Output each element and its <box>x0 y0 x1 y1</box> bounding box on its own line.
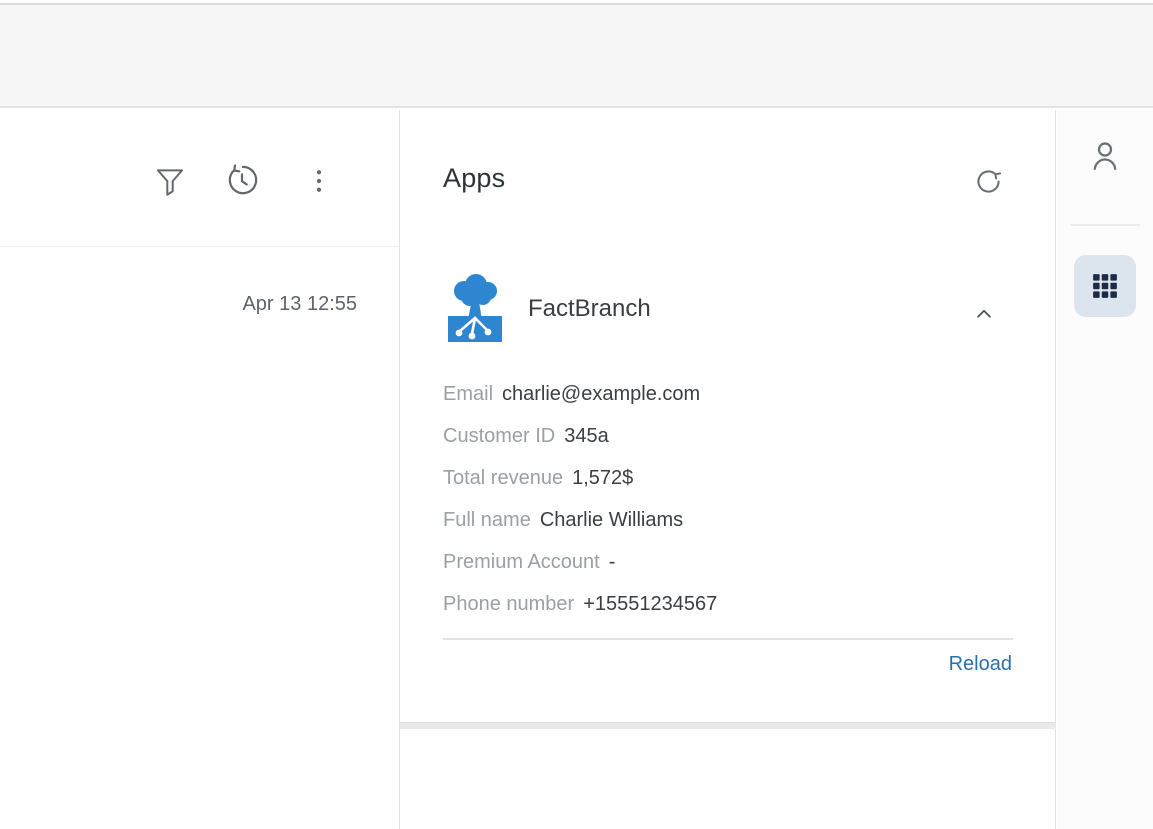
apps-panel-title: Apps <box>443 163 506 193</box>
field-label: Email <box>443 383 494 405</box>
chevron-up-icon <box>971 301 997 327</box>
filter-funnel-icon <box>153 164 187 198</box>
field-value: - <box>608 551 616 573</box>
kebab-menu-icon <box>304 164 334 198</box>
more-options-button[interactable] <box>297 159 341 203</box>
field-value: +15551234567 <box>583 593 718 615</box>
top-header-band <box>0 0 1153 108</box>
reload-link[interactable]: Reload <box>949 653 1012 676</box>
field-value: 345a <box>564 425 609 447</box>
factbranch-app-header[interactable]: FactBranch <box>443 273 1013 345</box>
grid-3x3-icon <box>1090 271 1120 301</box>
field-label: Phone number <box>443 593 575 615</box>
field-label: Customer ID <box>443 425 556 447</box>
profile-button[interactable] <box>1083 138 1127 182</box>
top-edge-strip <box>0 0 1153 5</box>
apps-sidebar-button[interactable] <box>1074 255 1136 317</box>
panel-section-divider <box>400 722 1056 729</box>
field-label: Full name <box>443 509 531 531</box>
app-window: Apr 13 12:55 Apps FactBranch Email charl… <box>0 0 1153 829</box>
field-value: 1,572$ <box>572 467 634 489</box>
message-timestamp: Apr 13 12:55 <box>242 293 357 315</box>
field-row-total-revenue: Total revenue 1,572$ <box>443 457 1013 499</box>
filter-button[interactable] <box>148 159 192 203</box>
field-row-email: Email charlie@example.com <box>443 373 1013 415</box>
conversation-toolbar <box>0 110 399 247</box>
refresh-apps-button[interactable] <box>966 159 1010 203</box>
field-value: charlie@example.com <box>502 383 701 405</box>
field-row-customer-id: Customer ID 345a <box>443 415 1013 457</box>
card-divider <box>443 638 1013 640</box>
customer-fields-list: Email charlie@example.com Customer ID 345a… <box>443 373 1013 625</box>
collapse-app-button[interactable] <box>962 292 1006 336</box>
factbranch-tree-logo <box>443 273 507 345</box>
field-row-phone-number: Phone number +15551234567 <box>443 583 1013 625</box>
history-button[interactable] <box>220 159 264 203</box>
field-value: Charlie Williams <box>539 509 684 531</box>
field-row-premium-account: Premium Account - <box>443 541 1013 583</box>
field-label: Premium Account <box>443 551 600 573</box>
history-clock-icon <box>223 162 261 200</box>
field-row-full-name: Full name Charlie Williams <box>443 499 1013 541</box>
right-sidebar <box>1057 110 1153 829</box>
app-name-label: FactBranch <box>528 295 651 322</box>
refresh-icon <box>973 166 1004 197</box>
sidebar-divider <box>1070 224 1140 226</box>
field-label: Total revenue <box>443 467 564 489</box>
conversation-panel: Apr 13 12:55 <box>0 110 400 829</box>
person-icon <box>1087 137 1123 183</box>
